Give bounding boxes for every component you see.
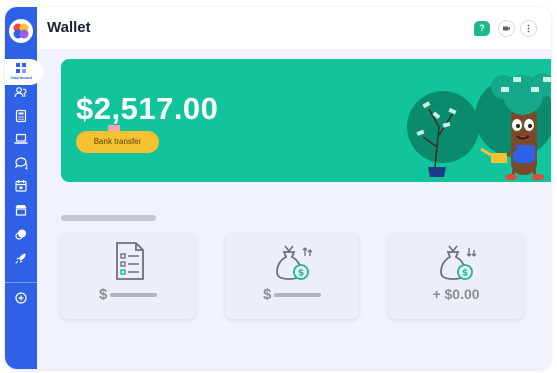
card-documents[interactable]: $ (61, 234, 195, 319)
more-options-button[interactable] (520, 20, 537, 37)
card-dollar-sign: $ (99, 286, 108, 303)
calendar-icon[interactable] (13, 178, 29, 194)
sidebar-item-dashboard[interactable]: Dashboard (5, 59, 43, 85)
users-icon[interactable] (13, 85, 29, 101)
chat-icon[interactable] (13, 155, 29, 171)
logo[interactable] (9, 19, 33, 43)
svg-text:$: $ (298, 269, 304, 279)
page-title: Wallet (47, 19, 91, 36)
card-dollar-sign: $ (263, 286, 272, 303)
sidebar: Dashboard (5, 7, 43, 369)
plus-circle-icon[interactable] (13, 290, 29, 306)
card-income[interactable]: $ $ (225, 234, 359, 319)
sidebar-divider (5, 282, 37, 283)
app-window: Dashboard Wallet ? $2,517.00 Bank transf… (5, 7, 551, 369)
section-heading-placeholder (61, 215, 156, 221)
rocket-icon[interactable] (13, 250, 29, 266)
money-tree-illustration (407, 73, 551, 180)
card-value-placeholder (110, 293, 157, 297)
document-icon (116, 242, 144, 280)
laptop-icon[interactable] (13, 131, 29, 147)
sidebar-item-label: Dashboard (11, 75, 32, 80)
money-bag-down-icon: $ (440, 245, 477, 280)
top-bar: Wallet ? (37, 7, 551, 49)
video-camera-icon (503, 26, 510, 31)
money-bag-up-icon: $ (276, 245, 313, 280)
coins-icon[interactable] (13, 226, 29, 242)
bank-transfer-button[interactable]: Bank transfer (76, 131, 159, 153)
card-value-placeholder (274, 293, 321, 297)
card-value: + $0.00 (432, 286, 480, 302)
dashboard-icon (16, 63, 26, 73)
help-button[interactable]: ? (474, 21, 490, 36)
store-icon[interactable] (13, 202, 29, 218)
balance-amount: $2,517.00 (76, 91, 219, 126)
more-vertical-icon (527, 24, 530, 33)
card-expenses[interactable]: $ + $0.00 (389, 234, 523, 319)
heart-logo-icon (13, 23, 29, 39)
svg-text:$: $ (462, 269, 468, 279)
balance-banner: $2,517.00 Bank transfer (61, 59, 551, 182)
calculator-icon[interactable] (13, 108, 29, 124)
video-button[interactable] (498, 20, 515, 37)
